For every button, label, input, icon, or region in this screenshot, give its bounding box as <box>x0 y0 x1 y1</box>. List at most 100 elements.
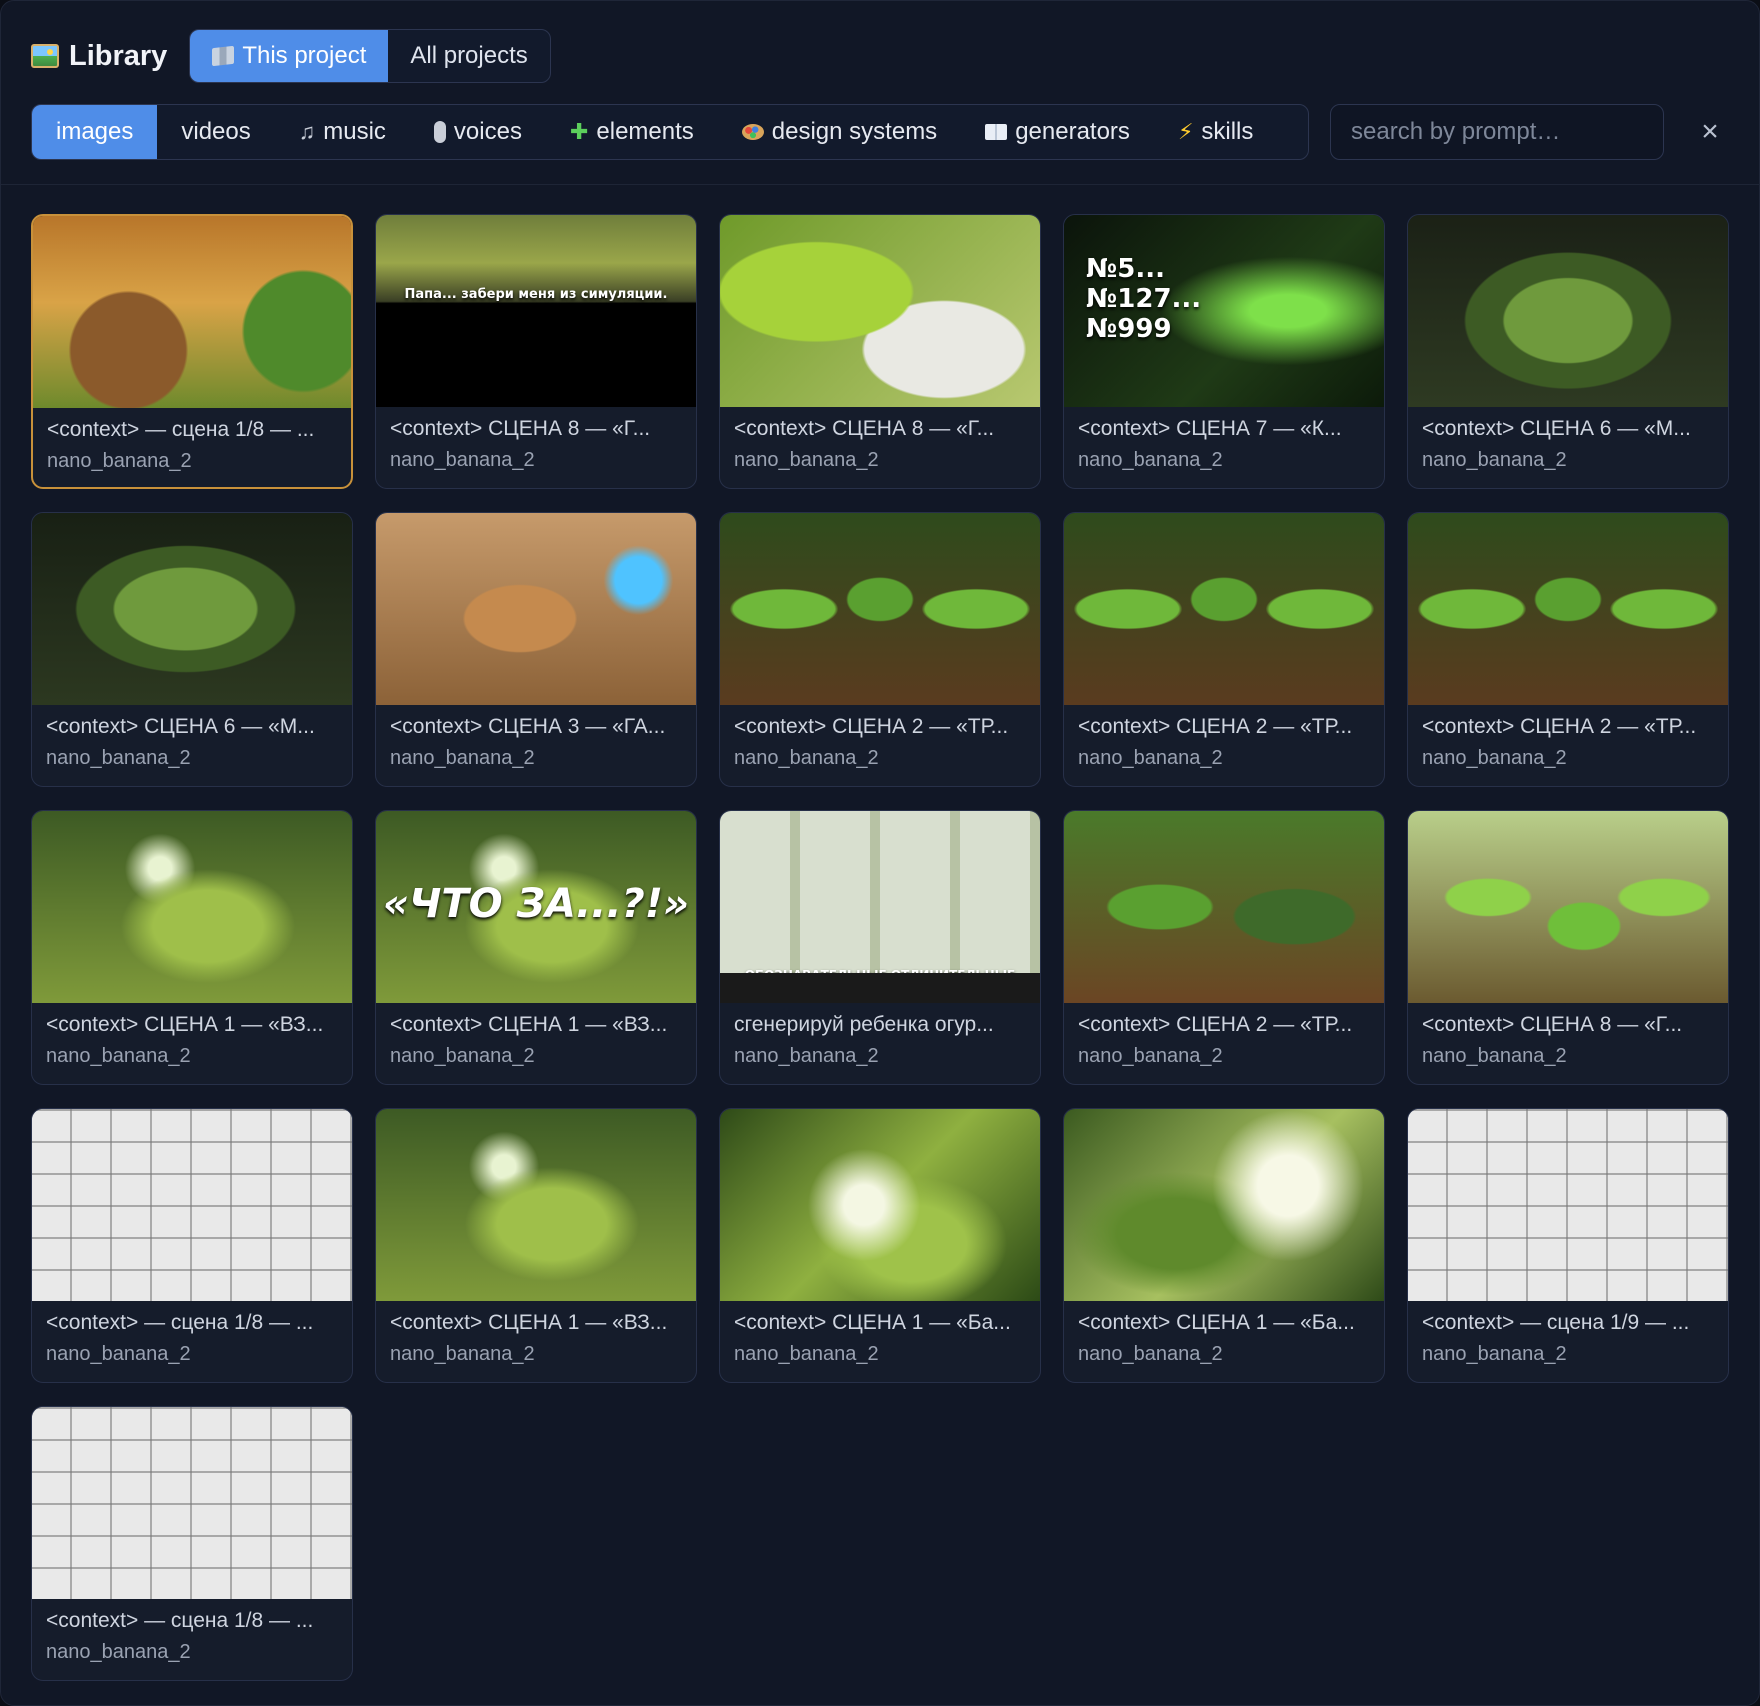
image-card[interactable]: <context> СЦЕНА 6 — «М... nano_banana_2 <box>1407 214 1729 489</box>
image-thumbnail <box>1064 513 1384 705</box>
image-card[interactable]: <context> СЦЕНА 2 — «ТР... nano_banana_2 <box>1063 810 1385 1085</box>
card-model: nano_banana_2 <box>1422 449 1567 471</box>
image-card[interactable]: <context> СЦЕНА 6 — «М... nano_banana_2 <box>31 512 353 787</box>
card-meta: <context> — сцена 1/8 — ... nano_banana_2 <box>33 408 351 473</box>
card-model: nano_banana_2 <box>46 1641 191 1663</box>
image-thumbnail <box>1408 513 1728 705</box>
microphone-icon <box>433 121 446 143</box>
filter-design-systems[interactable]: design systems <box>718 105 961 159</box>
image-thumbnail <box>1408 1109 1728 1301</box>
card-meta: <context> СЦЕНА 2 — «ТР... nano_banana_2 <box>1064 1003 1384 1068</box>
card-model: nano_banana_2 <box>1078 1343 1223 1365</box>
image-thumbnail <box>376 1109 696 1301</box>
this-project-label: This project <box>242 42 367 69</box>
card-caption: <context> — сцена 1/9 — ... <box>1422 1311 1690 1334</box>
image-thumbnail <box>720 215 1040 407</box>
card-caption: <context> СЦЕНА 8 — «Г... <box>1422 1013 1683 1036</box>
library-title: Library <box>31 40 167 73</box>
card-model: nano_banana_2 <box>390 1343 535 1365</box>
card-meta: <context> СЦЕНА 2 — «ТР... nano_banana_2 <box>720 705 1040 770</box>
lightning-icon: ⚡ <box>1177 119 1194 144</box>
image-card[interactable]: <context> СЦЕНА 2 — «ТР... nano_banana_2 <box>1063 512 1385 787</box>
card-caption: <context> СЦЕНА 7 — «К... <box>1078 417 1342 440</box>
card-caption: <context> СЦЕНА 1 — «ВЗ... <box>390 1013 668 1036</box>
card-caption: <context> СЦЕНА 2 — «ТР... <box>734 715 1009 738</box>
image-thumbnail: Папа... забери меня из симуляции. <box>376 215 696 407</box>
filter-skills[interactable]: ⚡ skills <box>1154 105 1277 159</box>
close-icon[interactable]: × <box>1691 113 1729 151</box>
image-thumbnail <box>1408 811 1728 1003</box>
image-thumbnail <box>1064 811 1384 1003</box>
card-model: nano_banana_2 <box>734 1343 879 1365</box>
card-meta: <context> СЦЕНА 6 — «М... nano_banana_2 <box>32 705 352 770</box>
image-card[interactable]: <context> СЦЕНА 1 — «ВЗ... nano_banana_2 <box>31 810 353 1085</box>
image-card[interactable]: <context> СЦЕНА 2 — «ТР... nano_banana_2 <box>1407 512 1729 787</box>
image-card[interactable]: <context> СЦЕНА 8 — «Г... nano_banana_2 <box>719 214 1041 489</box>
card-model: nano_banana_2 <box>734 1045 879 1067</box>
image-card[interactable]: <context> СЦЕНА 2 — «ТР... nano_banana_2 <box>719 512 1041 787</box>
thumbnail-overlay-text: №5... №127... №999 <box>1086 254 1202 344</box>
card-meta: <context> СЦЕНА 8 — «Г... nano_banana_2 <box>376 407 696 472</box>
filter-voices-label: voices <box>453 118 522 145</box>
card-meta: <context> СЦЕНА 8 — «Г... nano_banana_2 <box>1408 1003 1728 1068</box>
image-card[interactable]: <context> — сцена 1/8 — ... nano_banana_2 <box>31 1406 353 1681</box>
image-card[interactable]: <context> — сцена 1/8 — ... nano_banana_2 <box>31 214 353 489</box>
image-card[interactable]: «ЧТО ЗА...?!» <context> СЦЕНА 1 — «ВЗ... n… <box>375 810 697 1085</box>
card-model: nano_banana_2 <box>46 1343 191 1365</box>
image-thumbnail <box>376 513 696 705</box>
card-model: nano_banana_2 <box>390 1045 535 1067</box>
image-card[interactable]: <context> СЦЕНА 3 — «ГА... nano_banana_2 <box>375 512 697 787</box>
card-caption: <context> СЦЕНА 6 — «М... <box>1422 417 1691 440</box>
card-model: nano_banana_2 <box>1078 747 1223 769</box>
this-project-tab[interactable]: This project <box>190 30 389 82</box>
image-thumbnail <box>720 1109 1040 1301</box>
image-thumbnail <box>32 811 352 1003</box>
library-title-text: Library <box>69 39 168 72</box>
card-meta: <context> СЦЕНА 8 — «Г... nano_banana_2 <box>720 407 1040 472</box>
all-projects-label: All projects <box>410 42 528 69</box>
card-caption: <context> — сцена 1/8 — ... <box>47 418 315 441</box>
image-card[interactable]: <context> СЦЕНА 8 — «Г... nano_banana_2 <box>1407 810 1729 1085</box>
header-divider <box>1 184 1760 185</box>
filter-images[interactable]: images <box>32 105 158 159</box>
card-meta: <context> — сцена 1/8 — ... nano_banana_2 <box>32 1599 352 1664</box>
filter-elements[interactable]: ✚ elements <box>546 105 718 159</box>
image-card[interactable]: Папа... забери меня из симуляции. <contex… <box>375 214 697 489</box>
filter-voices[interactable]: voices <box>410 105 546 159</box>
all-projects-tab[interactable]: All projects <box>388 30 549 82</box>
card-model: nano_banana_2 <box>46 1045 191 1067</box>
card-caption: <context> СЦЕНА 2 — «ТР... <box>1078 1013 1353 1036</box>
card-model: nano_banana_2 <box>1422 1343 1567 1365</box>
card-caption: сгенерируй ребенка огур... <box>734 1013 994 1036</box>
card-model: nano_banana_2 <box>1078 449 1223 471</box>
thumbnail-overlay-text: ОБОЗНАВАТЕЛЬНЫЕ ОТЛИЧИТЕЛЬНЫЕ ЗНАКИ <box>744 968 1016 996</box>
image-card[interactable]: ОБОЗНАВАТЕЛЬНЫЕ ОТЛИЧИТЕЛЬНЫЕ ЗНАКИ сгене… <box>719 810 1041 1085</box>
image-thumbnail: «ЧТО ЗА...?!» <box>376 811 696 1003</box>
image-card[interactable]: <context> СЦЕНА 1 — «Ба... nano_banana_2 <box>719 1108 1041 1383</box>
search-input[interactable] <box>1330 104 1664 160</box>
filter-generators-label: generators <box>1015 118 1130 145</box>
image-thumbnail <box>32 1407 352 1599</box>
image-card[interactable]: <context> — сцена 1/9 — ... nano_banana_2 <box>1407 1108 1729 1383</box>
puzzle-icon: ✚ <box>569 119 589 144</box>
filter-skills-label: skills <box>1201 118 1254 145</box>
filter-videos[interactable]: videos <box>157 105 274 159</box>
filter-music[interactable]: ♫ music <box>275 105 410 159</box>
card-caption: <context> СЦЕНА 2 — «ТР... <box>1422 715 1697 738</box>
image-thumbnail <box>1064 1109 1384 1301</box>
image-card[interactable]: <context> — сцена 1/8 — ... nano_banana_2 <box>31 1108 353 1383</box>
card-caption: <context> СЦЕНА 3 — «ГА... <box>390 715 666 738</box>
image-thumbnail <box>1408 215 1728 407</box>
image-card[interactable]: <context> СЦЕНА 1 — «Ба... nano_banana_2 <box>1063 1108 1385 1383</box>
card-meta: <context> СЦЕНА 1 — «ВЗ... nano_banana_2 <box>376 1003 696 1068</box>
card-model: nano_banana_2 <box>734 747 879 769</box>
filter-generators[interactable]: generators <box>961 105 1154 159</box>
card-meta: <context> СЦЕНА 6 — «М... nano_banana_2 <box>1408 407 1728 472</box>
card-model: nano_banana_2 <box>46 747 191 769</box>
card-meta: <context> — сцена 1/9 — ... nano_banana_2 <box>1408 1301 1728 1366</box>
card-model: nano_banana_2 <box>734 449 879 471</box>
image-grid: <context> — сцена 1/8 — ... nano_banana_2… <box>31 214 1731 1681</box>
card-model: nano_banana_2 <box>1078 1045 1223 1067</box>
image-card[interactable]: №5... №127... №999 <context> СЦЕНА 7 — «К… <box>1063 214 1385 489</box>
image-card[interactable]: <context> СЦЕНА 1 — «ВЗ... nano_banana_2 <box>375 1108 697 1383</box>
